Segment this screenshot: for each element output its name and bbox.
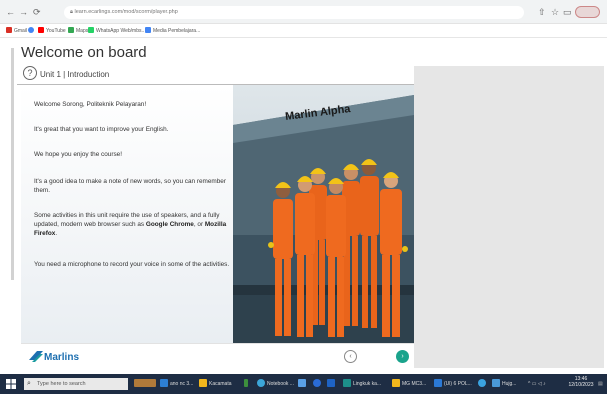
taskbar-app[interactable]: [313, 379, 323, 389]
share-icon[interactable]: ⇧: [538, 7, 546, 17]
lesson-paragraph: We hope you enjoy the course!: [34, 151, 122, 158]
bookmark-gmail[interactable]: Gmail: [6, 27, 27, 35]
taskbar-app[interactable]: Notebook ...: [257, 379, 294, 389]
system-tray-icons[interactable]: ^ ▭ ◁ ♪: [528, 379, 546, 389]
app-icon: [313, 379, 321, 387]
taskbar-app[interactable]: [478, 379, 488, 389]
folder-icon: [199, 379, 207, 387]
youtube-icon: [38, 27, 44, 33]
landscape-thumb-icon: [134, 379, 156, 387]
windows-start-icon[interactable]: [6, 379, 16, 389]
back-arrow-icon[interactable]: ←: [6, 7, 15, 17]
taskbar-app[interactable]: MG MC3...: [392, 379, 426, 389]
word-icon: [434, 379, 442, 387]
page-title: Welcome on board: [21, 44, 147, 61]
search-icon: ⌕: [27, 380, 31, 387]
crew-member-front-2: [295, 176, 315, 337]
help-icon[interactable]: ?: [23, 66, 37, 80]
app-icon: [298, 379, 306, 387]
bookmark-chrome[interactable]: [28, 27, 36, 35]
crew-illustration: Marlin Alpha: [233, 85, 414, 343]
dollar-icon: [244, 379, 248, 387]
bookmark-youtube[interactable]: YouTube: [38, 27, 66, 35]
lesson-paragraph: Some activities in this unit require the…: [34, 212, 227, 237]
google-icon: [145, 27, 151, 33]
taskbar-app[interactable]: [327, 379, 337, 389]
next-button[interactable]: ›: [396, 350, 409, 363]
taskbar-app[interactable]: [134, 379, 158, 389]
app-icon: [327, 379, 335, 387]
taskbar-app[interactable]: Kacamata: [199, 379, 232, 389]
lesson-paragraph: It's a good idea to make a note of new w…: [34, 178, 226, 194]
chrome-icon: [343, 379, 351, 387]
bookmark-maps[interactable]: Maps: [68, 27, 88, 35]
forward-arrow-icon[interactable]: →: [19, 7, 28, 17]
marlins-brand: Marlins: [44, 352, 80, 363]
crew-member-front-3: [326, 178, 346, 337]
app-icon: [257, 379, 265, 387]
reload-icon[interactable]: ⟳: [33, 7, 41, 17]
maps-icon: [68, 27, 74, 33]
taskbar-app[interactable]: Hujg...: [492, 379, 516, 389]
lesson-paragraph: It's great that you want to improve your…: [34, 126, 169, 133]
taskbar-app[interactable]: Lingkuk ka...: [343, 379, 381, 389]
lesson-paragraph: You need a microphone to record your voi…: [34, 261, 230, 268]
unit-subtitle: Unit 1 | Introduction: [40, 70, 110, 79]
side-panel: [414, 66, 604, 368]
lesson-paragraph: Welcome Sorong, Politeknik Pelayaran!: [34, 101, 147, 108]
lesson-text-area: Welcome Sorong, Politeknik Pelayaran! It…: [21, 85, 233, 343]
lesson-frame: Welcome Sorong, Politeknik Pelayaran! It…: [21, 85, 414, 343]
bookmarks-bar: Gmail YouTube Maps WhatsApp Web/mbs.. Me…: [0, 24, 607, 38]
crew-member-front-4: [380, 172, 408, 337]
browser-toolbar: ← → ⟳ 🔒︎ learn.ecarlings.com/mod/scorm/p…: [0, 0, 607, 24]
app-icon: [160, 379, 168, 387]
bookmark-whatsapp[interactable]: WhatsApp Web/mbs..: [88, 27, 144, 35]
notification-icon[interactable]: ▤: [598, 379, 603, 389]
taskbar-app[interactable]: (Ul) 6 POL...: [434, 379, 472, 389]
crew-member-back-right: [360, 159, 379, 328]
profile-icon[interactable]: [575, 6, 600, 18]
browser-window: ← → ⟳ 🔒︎ learn.ecarlings.com/mod/scorm/p…: [0, 0, 607, 394]
taskbar-clock[interactable]: 13:46 12/10/2023: [566, 376, 596, 388]
taskbar-app[interactable]: [298, 379, 308, 389]
whatsapp-icon: [88, 27, 94, 33]
gmail-icon: [6, 27, 12, 33]
crew-figures: [268, 159, 408, 337]
address-bar[interactable]: 🔒︎ learn.ecarlings.com/mod/scorm/player.…: [64, 6, 524, 19]
crew-member-front-1: [268, 182, 293, 336]
bookmark-media[interactable]: Media Pembelajara...: [145, 27, 200, 35]
previous-button[interactable]: ‹: [344, 350, 357, 363]
tab-icon[interactable]: ▭: [563, 7, 572, 17]
address-bar-url: learn.ecarlings.com/mod/scorm/player.php: [74, 9, 178, 15]
page-scrollbar[interactable]: [11, 48, 14, 280]
app-icon: [478, 379, 486, 387]
star-icon[interactable]: ☆: [551, 7, 559, 17]
app-icon: [492, 379, 500, 387]
folder-icon: [392, 379, 400, 387]
taskbar-app[interactable]: [244, 379, 250, 389]
taskbar-search-input[interactable]: ⌕ Type here to search: [24, 378, 128, 390]
taskbar-app[interactable]: ano nc 3...: [160, 379, 193, 389]
marlins-logo-icon: [29, 351, 43, 362]
chrome-icon: [28, 27, 34, 33]
